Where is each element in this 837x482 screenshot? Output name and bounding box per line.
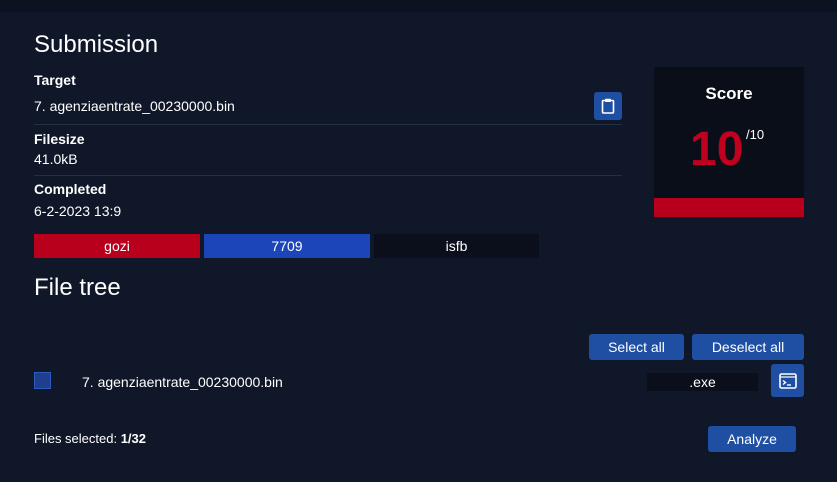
score-bar	[654, 198, 804, 217]
deselect-all-button[interactable]: Deselect all	[692, 334, 804, 360]
completed-value: 6-2-2023 13:9	[34, 203, 122, 219]
target-value: 7. agenziaentrate_00230000.bin	[34, 98, 235, 114]
top-frame	[0, 0, 837, 12]
page-title: Submission	[34, 31, 159, 58]
separator	[34, 124, 622, 125]
files-selected-text: Files selected: 1/32	[34, 431, 146, 446]
score-title: Score	[705, 84, 753, 103]
tag-7709: 7709	[204, 234, 370, 258]
target-label: Target	[34, 72, 76, 88]
filesize-label: Filesize	[34, 131, 85, 147]
tag-gozi: gozi	[34, 234, 200, 258]
tag-isfb: isfb	[374, 234, 539, 258]
completed-label: Completed	[34, 181, 107, 197]
score-max: /10	[746, 127, 765, 142]
separator	[34, 175, 622, 176]
analyze-button[interactable]: Analyze	[708, 426, 796, 452]
clipboard-icon	[601, 98, 615, 114]
score-value: 10	[690, 123, 744, 176]
file-tree-title: File tree	[34, 274, 121, 301]
file-checkbox[interactable]	[34, 372, 51, 389]
files-selected-count: 1/32	[120, 431, 147, 446]
file-name[interactable]: 7. agenziaentrate_00230000.bin	[82, 374, 283, 390]
select-all-button[interactable]: Select all	[589, 334, 684, 360]
terminal-icon	[778, 372, 797, 389]
open-terminal-button[interactable]	[771, 364, 804, 397]
copy-target-button[interactable]	[594, 92, 622, 120]
score-panel: Score 10 /10	[654, 67, 804, 217]
filesize-value: 41.0kB	[34, 151, 78, 167]
files-selected-label: Files selected:	[34, 431, 121, 446]
file-extension-badge: .exe	[647, 373, 758, 391]
